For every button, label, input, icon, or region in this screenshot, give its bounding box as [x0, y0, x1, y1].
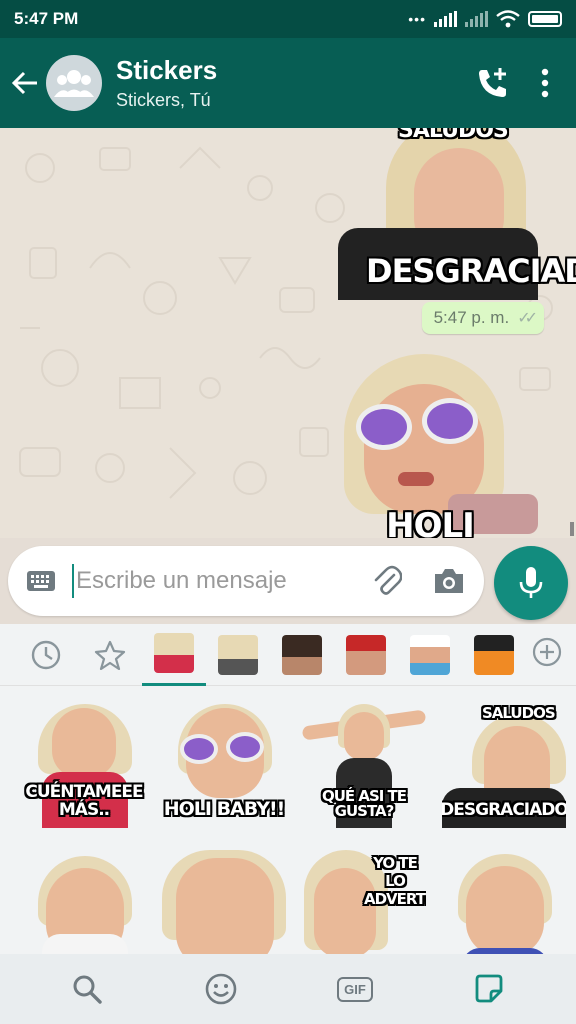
app-actions	[476, 66, 550, 100]
sticker-caption: HOLI BABY!!	[163, 798, 286, 821]
sticker-glasses-2	[226, 732, 264, 762]
bottom-bar: GIF	[0, 954, 576, 1024]
sticker-caption-top: SALUDOS	[482, 704, 556, 722]
message-time: 5:47 p. m.	[433, 308, 510, 327]
search-button[interactable]	[57, 959, 117, 1019]
compose-bar	[8, 546, 484, 616]
pack-thumbnail	[154, 633, 194, 673]
tab-recent[interactable]	[14, 624, 78, 686]
sticker-lips	[398, 472, 434, 486]
pack-thumbnail	[346, 634, 386, 675]
sticker-caption: CUÉNTAMEEE MÁS..	[25, 782, 143, 821]
message-input[interactable]	[76, 567, 336, 595]
sticker-message-1[interactable]: SALUDOS DESGRACIADO	[338, 128, 576, 300]
chat-subtitle: Stickers, Tú	[116, 90, 211, 110]
tab-pack-1[interactable]	[142, 624, 206, 686]
sticker-glasses	[356, 404, 412, 450]
more-dots-icon: •••	[408, 11, 426, 27]
tab-pack-3[interactable]	[270, 624, 334, 686]
chat-area[interactable]: SALUDOS DESGRACIADO 5:47 p. m. ✓✓ HOLI B…	[0, 128, 576, 538]
sticker-caption-bottom: DESGRACIADO	[366, 252, 576, 290]
sticker-grid: CUÉNTAMEEE MÁS.. HOLI BABY!! QUÉ ASI TE …	[0, 686, 576, 974]
sticker-message-2[interactable]: HOLI BABY!!	[328, 354, 538, 538]
mic-button[interactable]	[494, 546, 568, 620]
scroll-indicator	[570, 522, 574, 536]
emoji-button[interactable]	[191, 959, 251, 1019]
message-time-bubble: 5:47 p. m. ✓✓	[421, 302, 544, 334]
gif-button[interactable]: GIF	[325, 959, 385, 1019]
attach-icon[interactable]	[372, 565, 402, 597]
sticker-item[interactable]: SALUDOS DESGRACIADO	[442, 704, 566, 828]
sticker-caption-bottom: HOLI BABY!!	[386, 506, 475, 538]
sticker-face	[466, 866, 544, 956]
status-icons: •••	[408, 10, 562, 28]
chat-titles[interactable]: Stickers Stickers, Tú	[116, 55, 217, 111]
sticker-face	[52, 708, 116, 778]
tab-favorites[interactable]	[78, 624, 142, 686]
group-icon	[54, 70, 94, 97]
sticker-glasses-2	[422, 398, 478, 444]
search-icon	[73, 975, 102, 1004]
gif-icon: GIF	[337, 976, 373, 1002]
clock-icon	[31, 640, 61, 669]
add-circle-icon	[532, 637, 562, 667]
sticker-panel: CUÉNTAMEEE MÁS.. HOLI BABY!! QUÉ ASI TE …	[0, 624, 576, 974]
pack-thumbnail	[474, 634, 514, 675]
pack-thumbnail	[410, 634, 450, 675]
add-pack-button[interactable]	[532, 637, 562, 672]
sticker-tab-button[interactable]	[459, 959, 519, 1019]
sticker-caption: QUÉ ASI TE GUSTA?	[321, 786, 407, 821]
star-icon	[94, 640, 126, 670]
signal-2-icon	[465, 11, 488, 27]
sticker-caption-top: SALUDOS	[398, 128, 509, 143]
tab-pack-4[interactable]	[334, 624, 398, 686]
camera-icon[interactable]	[432, 567, 466, 595]
keyboard-icon[interactable]	[26, 570, 56, 592]
pack-thumbnail	[218, 634, 258, 675]
wifi-icon	[496, 10, 520, 28]
more-vert-icon[interactable]	[540, 68, 550, 98]
text-cursor	[72, 564, 74, 598]
sticker-item[interactable]: CUÉNTAMEEE MÁS..	[22, 704, 146, 828]
battery-icon	[528, 11, 562, 27]
status-bar: 5:47 PM •••	[0, 0, 576, 38]
group-avatar[interactable]	[46, 55, 102, 111]
compose-actions	[372, 565, 466, 597]
back-button[interactable]	[0, 38, 50, 128]
tab-pack-6[interactable]	[462, 624, 526, 686]
sticker-top-caption: YO TE LO ADVERTI!!	[364, 854, 426, 908]
mic-icon	[519, 567, 543, 598]
sticker-pack-tabs	[0, 624, 576, 686]
sticker-face	[176, 858, 274, 968]
status-time: 5:47 PM	[14, 9, 79, 28]
pack-thumbnail	[282, 634, 322, 675]
sticker-icon	[475, 974, 503, 1003]
double-check-icon: ✓✓	[517, 310, 538, 327]
add-call-icon[interactable]	[476, 66, 510, 100]
chat-title: Stickers	[116, 55, 218, 85]
sticker-item[interactable]: HOLI BABY!!	[162, 704, 286, 828]
sticker-item[interactable]: QUÉ ASI TE GUSTA?	[302, 704, 426, 828]
sticker-caption: DESGRACIADO	[442, 800, 566, 821]
tab-pack-5[interactable]	[398, 624, 462, 686]
emoji-icon	[205, 973, 237, 1005]
tab-pack-2[interactable]	[206, 624, 270, 686]
arrow-left-icon	[11, 71, 37, 95]
app-bar: Stickers Stickers, Tú	[0, 38, 576, 128]
sticker-face	[344, 712, 384, 760]
signal-icon	[434, 11, 457, 27]
sticker-glasses	[180, 734, 218, 764]
